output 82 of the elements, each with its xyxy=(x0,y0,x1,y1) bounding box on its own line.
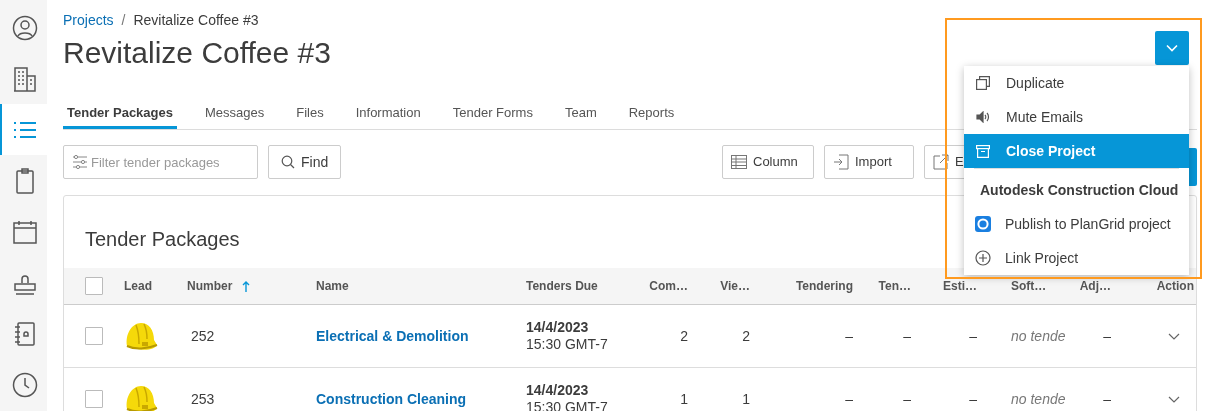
speaker-icon xyxy=(976,111,990,123)
row-checkbox[interactable] xyxy=(85,327,103,345)
chevron-down-icon[interactable] xyxy=(1168,332,1180,340)
column-header[interactable]: Number xyxy=(187,277,233,295)
card-title: Tender Packages xyxy=(85,227,240,251)
breadcrumb-separator: / xyxy=(121,11,126,29)
menu-section-title: Autodesk Construction Cloud xyxy=(979,180,1180,200)
sort-arrow-icon[interactable] xyxy=(242,280,251,292)
column-header[interactable]: Soft… xyxy=(1011,279,1047,293)
table-cell: 2 xyxy=(742,327,750,344)
table-cell: – xyxy=(903,327,911,344)
search-icon xyxy=(281,155,295,169)
tab[interactable]: Files xyxy=(292,97,328,129)
tab[interactable]: Tender Forms xyxy=(448,97,537,129)
table-cell: 2 xyxy=(680,327,688,344)
column-header[interactable]: Lead xyxy=(124,279,152,293)
export-icon xyxy=(933,154,949,170)
toolbar-button[interactable]: Import xyxy=(824,145,914,179)
tab[interactable]: Messages xyxy=(201,97,269,129)
column-header[interactable]: Vie… xyxy=(720,279,750,293)
table-cell-text: 252 xyxy=(190,327,215,344)
clock-icon xyxy=(11,372,38,399)
filter-field[interactable]: Filter tender packages xyxy=(63,145,258,179)
table-cell: – xyxy=(969,390,977,407)
import-icon xyxy=(833,154,849,170)
table-cell: no tende xyxy=(1011,327,1066,344)
table-cell: – xyxy=(1103,390,1111,407)
column-header[interactable]: Tenders Due xyxy=(526,279,598,293)
menu-item[interactable]: Mute Emails xyxy=(964,100,1189,134)
calendar-icon xyxy=(12,220,37,245)
column-header[interactable]: Action xyxy=(1156,279,1194,293)
table-cell: – xyxy=(969,327,977,344)
chevron-down-icon xyxy=(1166,44,1178,52)
menu-item[interactable]: Duplicate xyxy=(964,66,1189,100)
tab[interactable]: Information xyxy=(351,97,425,129)
due-date: 14/4/2023 xyxy=(526,319,590,336)
menu-item[interactable]: Publish to PlanGrid project xyxy=(964,207,1189,241)
archive-box-icon xyxy=(976,144,990,158)
user-icon xyxy=(11,14,38,41)
column-header[interactable]: Ten… xyxy=(878,279,911,293)
table-cell: – xyxy=(903,390,911,407)
tab[interactable]: Team xyxy=(560,97,601,129)
package-link[interactable]: Construction Cleaning xyxy=(316,390,467,407)
hard-hat-icon xyxy=(124,320,158,352)
table-cell-text: 253 xyxy=(190,390,215,407)
table-cell: 1 xyxy=(742,390,750,407)
column-header[interactable]: Adj… xyxy=(1079,279,1111,293)
toolbar-button[interactable]: Column xyxy=(722,145,814,179)
breadcrumb-link[interactable]: Projects xyxy=(63,11,114,29)
dropdown-button[interactable] xyxy=(1155,31,1189,65)
table-cell: – xyxy=(845,390,853,407)
table-icon xyxy=(731,155,747,169)
list-icon xyxy=(12,120,37,139)
table-cell: no tende xyxy=(1011,390,1066,407)
package-link[interactable]: Electrical & Demolition xyxy=(316,327,469,344)
app-logo-icon xyxy=(975,216,991,232)
plus-circle-icon xyxy=(975,250,991,266)
sidebar-item[interactable] xyxy=(0,104,47,156)
duplicate-icon xyxy=(976,76,990,90)
table-cell: 1 xyxy=(680,390,688,407)
column-header[interactable]: Name xyxy=(316,279,349,293)
due-time: 15:30 GMT-7 xyxy=(526,336,609,353)
breadcrumb-current: Revitalize Coffee #3 xyxy=(133,11,259,29)
page-title: Revitalize Coffee #3 xyxy=(63,35,331,71)
building-icon xyxy=(12,65,37,92)
hard-hat-icon xyxy=(124,383,158,411)
column-header[interactable]: Tendering xyxy=(795,279,853,293)
table-cell: – xyxy=(845,327,853,344)
select-all-checkbox[interactable] xyxy=(85,277,103,295)
menu-item[interactable]: Link Project xyxy=(964,241,1189,275)
tab[interactable]: Tender Packages xyxy=(63,97,177,129)
table-cell: – xyxy=(1103,327,1111,344)
address-book-icon xyxy=(13,321,36,348)
find-button[interactable]: Find xyxy=(268,145,342,179)
filter-icon xyxy=(72,155,88,169)
chevron-down-icon[interactable] xyxy=(1168,395,1180,403)
column-header[interactable]: Com… xyxy=(649,279,688,293)
tab[interactable]: Reports xyxy=(624,97,679,129)
clipboard-icon xyxy=(14,167,35,194)
column-header[interactable]: Esti… xyxy=(943,279,977,293)
due-date: 14/4/2023 xyxy=(526,382,590,399)
row-checkbox[interactable] xyxy=(85,390,103,408)
